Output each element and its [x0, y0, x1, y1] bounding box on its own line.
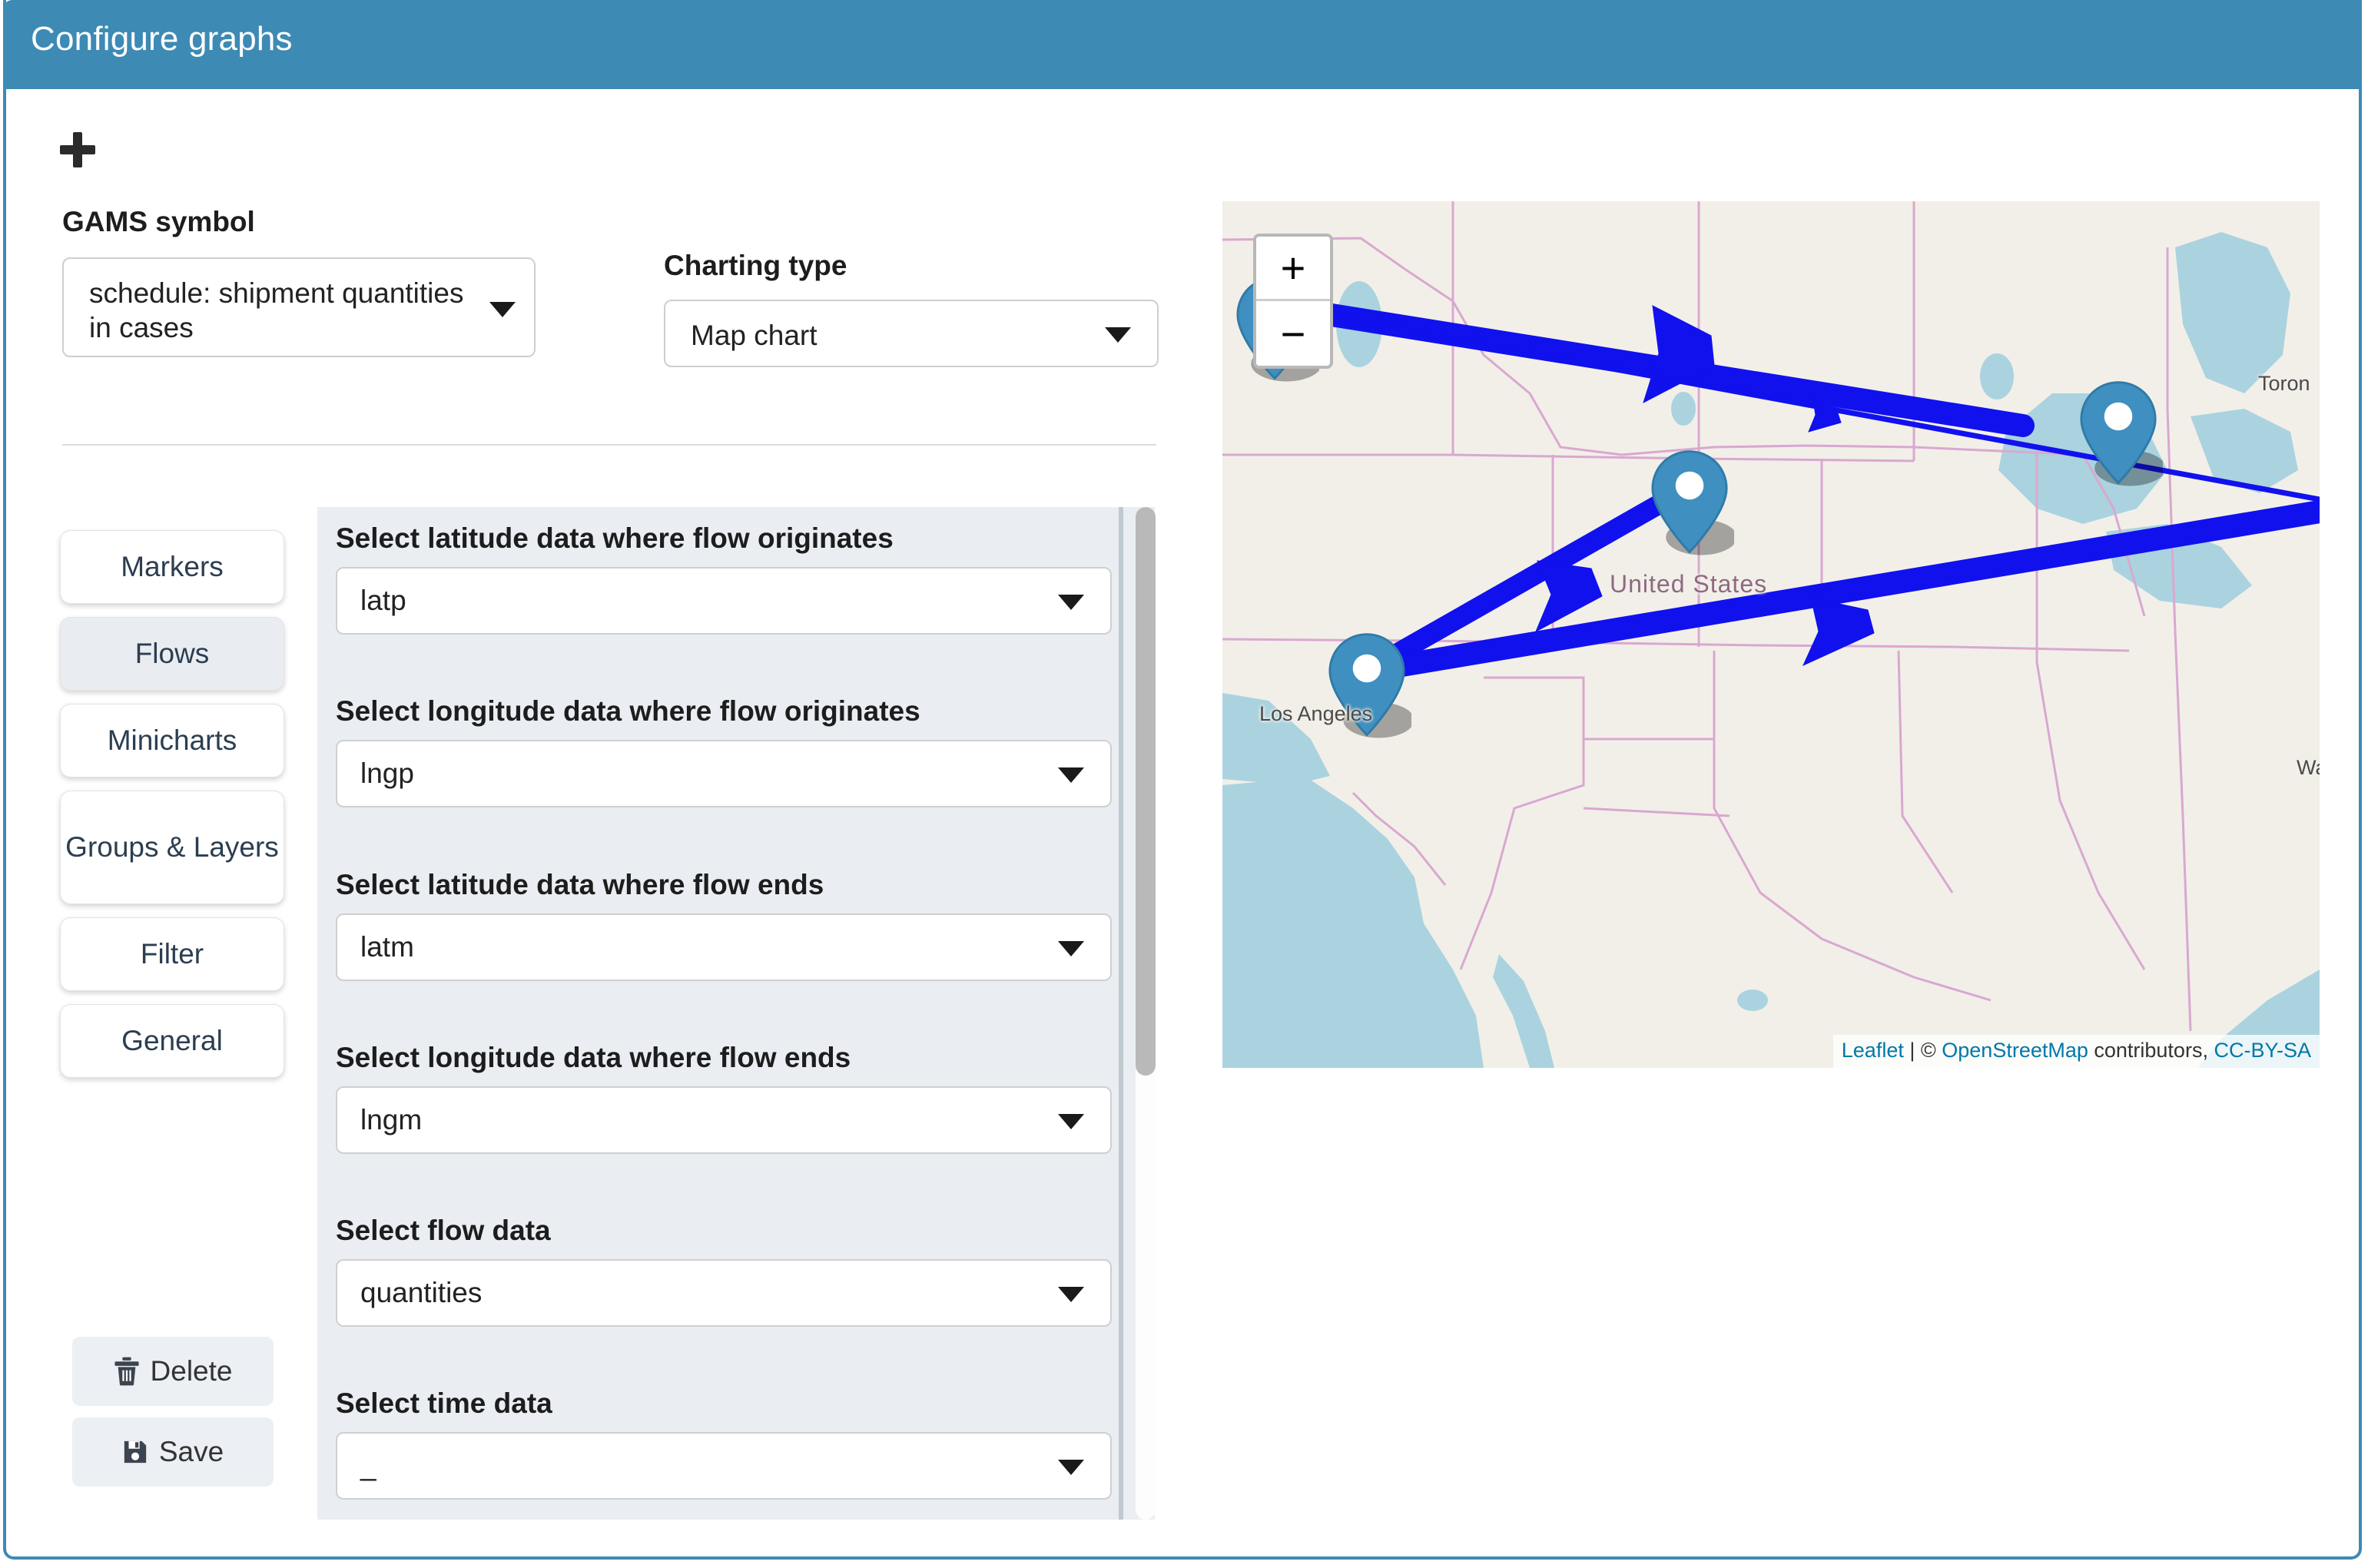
option-label: Select latitude data where flow originat… — [336, 522, 894, 554]
tab-label: Markers — [121, 551, 224, 583]
option-value: latm — [360, 931, 414, 963]
option-label: Select latitude data where flow ends — [336, 869, 824, 900]
attribution-contributors: contributors, — [2088, 1039, 2214, 1062]
option-label: Select time data — [336, 1387, 552, 1419]
tab-label: General — [121, 1025, 223, 1057]
option-value: _ — [360, 1450, 376, 1481]
option-label: Select longitude data where flow ends — [336, 1042, 851, 1073]
zoom-in-button[interactable]: + — [1256, 237, 1330, 301]
zoom-out-button[interactable]: − — [1256, 301, 1330, 366]
gams-symbol-label: GAMS symbol — [62, 206, 255, 237]
action-button-group: Delete Save — [72, 1337, 274, 1498]
map-label-united-states: United States — [1610, 570, 1768, 598]
option-value: quantities — [360, 1277, 483, 1308]
option-group: Select longitude data where flow ends lng… — [336, 1042, 1112, 1154]
map-label-washington: Wa — [2297, 756, 2320, 779]
chevron-down-icon — [1058, 767, 1084, 783]
trash-icon — [114, 1357, 140, 1386]
attribution-separator: | © — [1903, 1039, 1942, 1062]
license-link[interactable]: CC-BY-SA — [2214, 1039, 2311, 1062]
settings-tab-list: Markers Flows Minicharts Groups & Layers Fil… — [60, 530, 284, 1091]
tab-label: Filter — [140, 938, 204, 970]
openstreetmap-link[interactable]: OpenStreetMap — [1942, 1039, 2088, 1062]
option-group: Select longitude data where flow origina… — [336, 695, 1112, 807]
tab-filter[interactable]: Filter — [60, 917, 284, 991]
chevron-down-icon — [489, 302, 516, 317]
option-select[interactable]: lngp — [336, 740, 1112, 807]
charting-type-label: Charting type — [664, 250, 847, 281]
tab-label: Groups & Layers — [65, 831, 279, 864]
map-label-los-angeles: Los Angeles — [1259, 702, 1373, 725]
option-select[interactable]: quantities — [336, 1259, 1112, 1327]
option-select[interactable]: latp — [336, 567, 1112, 635]
tab-flows[interactable]: Flows — [60, 617, 284, 691]
tab-label: Minicharts — [107, 724, 237, 757]
option-value: lngp — [360, 757, 414, 789]
option-value: latp — [360, 585, 406, 616]
delete-button[interactable]: Delete — [72, 1337, 274, 1406]
chevron-down-icon — [1058, 1460, 1084, 1475]
tab-minicharts[interactable]: Minicharts — [60, 704, 284, 777]
scrollbar-thumb[interactable] — [1136, 507, 1156, 1076]
chevron-down-icon — [1058, 1287, 1084, 1302]
chevron-down-icon — [1058, 595, 1084, 610]
delete-button-label: Delete — [150, 1355, 233, 1387]
gams-symbol-select[interactable]: schedule: shipment quantities in cases — [62, 257, 536, 357]
map-marker-pin[interactable] — [2074, 376, 2163, 495]
floppy-disk-icon — [122, 1439, 148, 1465]
window-title: Configure graphs — [31, 20, 293, 58]
add-graph-plus-icon[interactable] — [60, 132, 95, 167]
options-scrollbar[interactable] — [1136, 507, 1156, 1520]
option-label: Select flow data — [336, 1215, 551, 1246]
map-attribution: Leaflet | © OpenStreetMap contributors, … — [1832, 1035, 2320, 1068]
tab-label: Flows — [134, 638, 210, 670]
map-label-toronto: Toron — [2258, 372, 2310, 395]
chevron-down-icon — [1058, 941, 1084, 956]
chevron-down-icon — [1105, 327, 1131, 343]
option-select[interactable]: latm — [336, 913, 1112, 981]
option-select[interactable]: lngm — [336, 1086, 1112, 1154]
option-select[interactable]: _ — [336, 1432, 1112, 1500]
leaflet-link[interactable]: Leaflet — [1842, 1039, 1904, 1062]
panel-divider — [1119, 507, 1123, 1520]
tab-markers[interactable]: Markers — [60, 530, 284, 604]
map-marker-pin[interactable] — [1322, 628, 1411, 747]
section-divider — [62, 444, 1156, 446]
charting-type-select[interactable]: Map chart — [664, 300, 1159, 367]
option-label: Select longitude data where flow origina… — [336, 695, 920, 727]
option-group: Select time data _ — [336, 1387, 1112, 1500]
map-zoom-controls: + − — [1253, 234, 1333, 369]
map-chart[interactable]: Toron Wa Los Angeles United States + − L… — [1222, 201, 2320, 1068]
option-value: lngm — [360, 1104, 423, 1135]
configure-graphs-window: Configure graphs GAMS symbol schedule: s… — [3, 0, 2362, 1560]
save-button[interactable]: Save — [72, 1417, 274, 1487]
window-titlebar: Configure graphs — [6, 0, 2359, 89]
option-group: Select latitude data where flow originat… — [336, 522, 1112, 635]
option-group: Select flow data quantities — [336, 1215, 1112, 1327]
save-button-label: Save — [158, 1436, 224, 1467]
gams-symbol-value: schedule: shipment quantities in cases — [89, 277, 464, 344]
option-group: Select latitude data where flow ends latm — [336, 869, 1112, 981]
tab-general[interactable]: General — [60, 1004, 284, 1078]
flows-options-panel: Select latitude data where flow originat… — [317, 507, 1155, 1520]
tab-groups-layers[interactable]: Groups & Layers — [60, 791, 284, 904]
map-marker-pin[interactable] — [1645, 446, 1734, 564]
chevron-down-icon — [1058, 1114, 1084, 1129]
charting-type-value: Map chart — [691, 320, 818, 351]
